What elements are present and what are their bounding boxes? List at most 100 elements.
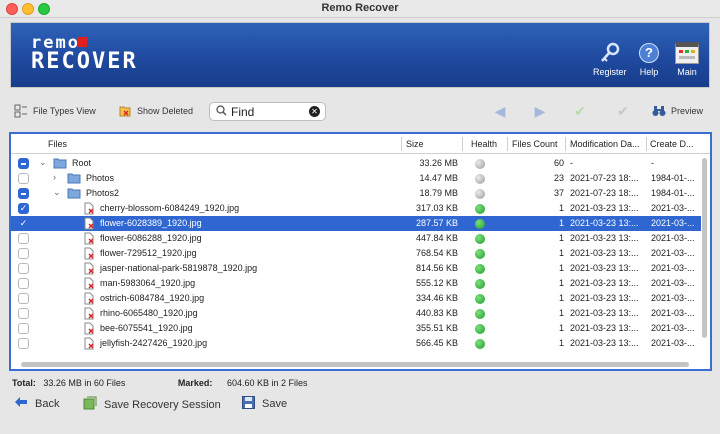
create-date: 2021-03-... bbox=[651, 308, 695, 318]
table-row[interactable]: bee-6075541_1920.jpg 355.51 KB 1 2021-03-23… bbox=[11, 321, 701, 336]
create-date: 2021-03-... bbox=[651, 263, 695, 273]
arrow-right-icon: ▶ bbox=[534, 102, 546, 119]
file-size: 18.79 MB bbox=[419, 188, 458, 198]
column-files-count[interactable]: Files Count bbox=[512, 139, 558, 149]
deleted-file-icon bbox=[83, 202, 95, 217]
table-row[interactable]: ✓ flower-6028389_1920.jpg 287.57 KB 1 2021-0… bbox=[11, 216, 701, 231]
help-button[interactable]: ? Help bbox=[637, 41, 661, 77]
table-row[interactable]: ⌄ Root 33.26 MB 60- - bbox=[11, 156, 701, 171]
row-checkbox[interactable] bbox=[18, 173, 29, 184]
health-indicator-icon bbox=[475, 309, 485, 319]
file-types-view-button[interactable]: File Types View bbox=[14, 104, 96, 118]
file-name: flower-6028389_1920.jpg bbox=[100, 218, 202, 228]
show-deleted-button[interactable]: Show Deleted bbox=[118, 104, 193, 118]
table-row[interactable]: ⌄ Photos2 18.79 MB 37 2021-07-23 18:... 1984-… bbox=[11, 186, 701, 201]
folder-icon bbox=[67, 172, 81, 186]
health-indicator-icon bbox=[475, 189, 485, 199]
chevron-down-icon[interactable]: ⌄ bbox=[39, 157, 47, 168]
file-name: Photos bbox=[86, 173, 115, 183]
table-row[interactable]: ostrich-6084784_1920.jpg 334.46 KB 1 2021-0… bbox=[11, 291, 701, 306]
file-size: 355.51 KB bbox=[415, 323, 458, 333]
row-checkbox[interactable] bbox=[18, 338, 29, 349]
files-count: 1 bbox=[558, 293, 564, 303]
row-checkbox[interactable] bbox=[18, 158, 29, 169]
next-button[interactable]: ▶ bbox=[525, 102, 555, 120]
folder-icon bbox=[67, 187, 81, 201]
table-row[interactable]: jasper-national-park-5819878_1920.jpg 814… bbox=[11, 261, 701, 276]
check-button[interactable]: ✔ bbox=[565, 102, 595, 120]
preview-button[interactable]: Preview bbox=[652, 104, 703, 118]
back-label: Back bbox=[35, 397, 60, 410]
files-count: 1 bbox=[558, 278, 564, 288]
register-button[interactable]: Register bbox=[593, 41, 627, 77]
file-size: 14.47 MB bbox=[419, 173, 458, 183]
row-checkbox[interactable]: ✓ bbox=[18, 203, 29, 214]
health-indicator-icon bbox=[475, 249, 485, 259]
row-checkbox[interactable] bbox=[18, 308, 29, 319]
toolbar: File Types View Show Deleted ✕ ◀ ▶ ✔ ✔ P… bbox=[0, 95, 720, 127]
column-size[interactable]: Size bbox=[406, 139, 424, 149]
row-checkbox[interactable] bbox=[18, 323, 29, 334]
app-banner: remo RECOVER Register ? Help Main bbox=[10, 22, 710, 88]
horizontal-scrollbar[interactable] bbox=[11, 360, 710, 369]
back-button[interactable]: Back bbox=[14, 396, 59, 411]
search-input[interactable] bbox=[231, 104, 303, 119]
table-row[interactable]: rhino-6065480_1920.jpg 440.83 KB 1 2021-03-… bbox=[11, 306, 701, 321]
modification-date: - bbox=[570, 158, 573, 168]
health-indicator-icon bbox=[475, 204, 485, 214]
uncheck-button[interactable]: ✔ bbox=[608, 102, 638, 120]
table-row[interactable]: › Photos 14.47 MB 23 2021-07-23 18:... 1984-0… bbox=[11, 171, 701, 186]
file-name: cherry-blossom-6084249_1920.jpg bbox=[100, 203, 240, 213]
table-row[interactable]: man-5983064_1920.jpg 555.12 KB 1 2021-03-23… bbox=[11, 276, 701, 291]
file-name: bee-6075541_1920.jpg bbox=[100, 323, 193, 333]
file-size: 33.26 MB bbox=[419, 158, 458, 168]
files-count: 1 bbox=[558, 248, 564, 258]
chevron-right-icon[interactable]: › bbox=[53, 172, 56, 182]
modification-date: 2021-03-23 13:... bbox=[570, 248, 639, 258]
column-modification-date[interactable]: Modification Da... bbox=[570, 139, 640, 149]
modification-date: 2021-03-23 13:... bbox=[570, 218, 639, 228]
logo-line2: RECOVER bbox=[31, 49, 138, 74]
row-checkbox[interactable] bbox=[18, 293, 29, 304]
row-checkbox[interactable] bbox=[18, 188, 29, 199]
file-name: man-5983064_1920.jpg bbox=[100, 278, 196, 288]
column-health[interactable]: Health bbox=[471, 139, 497, 149]
modification-date: 2021-03-23 13:... bbox=[570, 323, 639, 333]
vertical-scrollbar[interactable] bbox=[700, 156, 709, 362]
files-count: 60 bbox=[553, 158, 564, 168]
row-checkbox[interactable] bbox=[18, 263, 29, 274]
save-button[interactable]: Save bbox=[242, 396, 287, 412]
health-indicator-icon bbox=[475, 324, 485, 334]
create-date: 2021-03-... bbox=[651, 248, 695, 258]
table-row[interactable]: flower-6086288_1920.jpg 447.84 KB 1 2021-03… bbox=[11, 231, 701, 246]
health-indicator-icon bbox=[475, 294, 485, 304]
check-icon: ✔ bbox=[574, 102, 586, 119]
create-date: 2021-03-... bbox=[651, 323, 695, 333]
files-count: 1 bbox=[558, 218, 564, 228]
clear-search-icon[interactable]: ✕ bbox=[309, 106, 320, 117]
file-name: flower-6086288_1920.jpg bbox=[100, 233, 202, 243]
file-name: Root bbox=[72, 158, 92, 168]
create-date: - bbox=[651, 158, 654, 168]
row-checkbox[interactable]: ✓ bbox=[18, 218, 29, 229]
preview-label: Preview bbox=[671, 106, 704, 116]
health-indicator-icon bbox=[475, 219, 485, 229]
row-checkbox[interactable] bbox=[18, 248, 29, 259]
column-create-date[interactable]: Create D... bbox=[650, 139, 694, 149]
help-icon: ? bbox=[637, 41, 661, 65]
row-checkbox[interactable] bbox=[18, 233, 29, 244]
table-row[interactable]: jellyfish-2427426_1920.jpg 566.45 KB 1 2021… bbox=[11, 336, 701, 351]
save-recovery-session-button[interactable]: Save Recovery Session bbox=[83, 396, 221, 413]
table-row[interactable]: flower-729512_1920.jpg 768.54 KB 1 2021-03-… bbox=[11, 246, 701, 261]
file-name: rhino-6065480_1920.jpg bbox=[100, 308, 198, 318]
create-date: 2021-03-... bbox=[651, 203, 695, 213]
previous-button[interactable]: ◀ bbox=[485, 102, 515, 120]
table-row[interactable]: ✓ cherry-blossom-6084249_1920.jpg 317.03 K… bbox=[11, 201, 701, 216]
create-date: 2021-03-... bbox=[651, 233, 695, 243]
health-indicator-icon bbox=[475, 174, 485, 184]
deleted-file-icon bbox=[83, 232, 95, 247]
chevron-down-icon[interactable]: ⌄ bbox=[53, 187, 61, 198]
main-button[interactable]: Main bbox=[675, 41, 699, 77]
column-files[interactable]: Files bbox=[48, 139, 67, 149]
row-checkbox[interactable] bbox=[18, 278, 29, 289]
